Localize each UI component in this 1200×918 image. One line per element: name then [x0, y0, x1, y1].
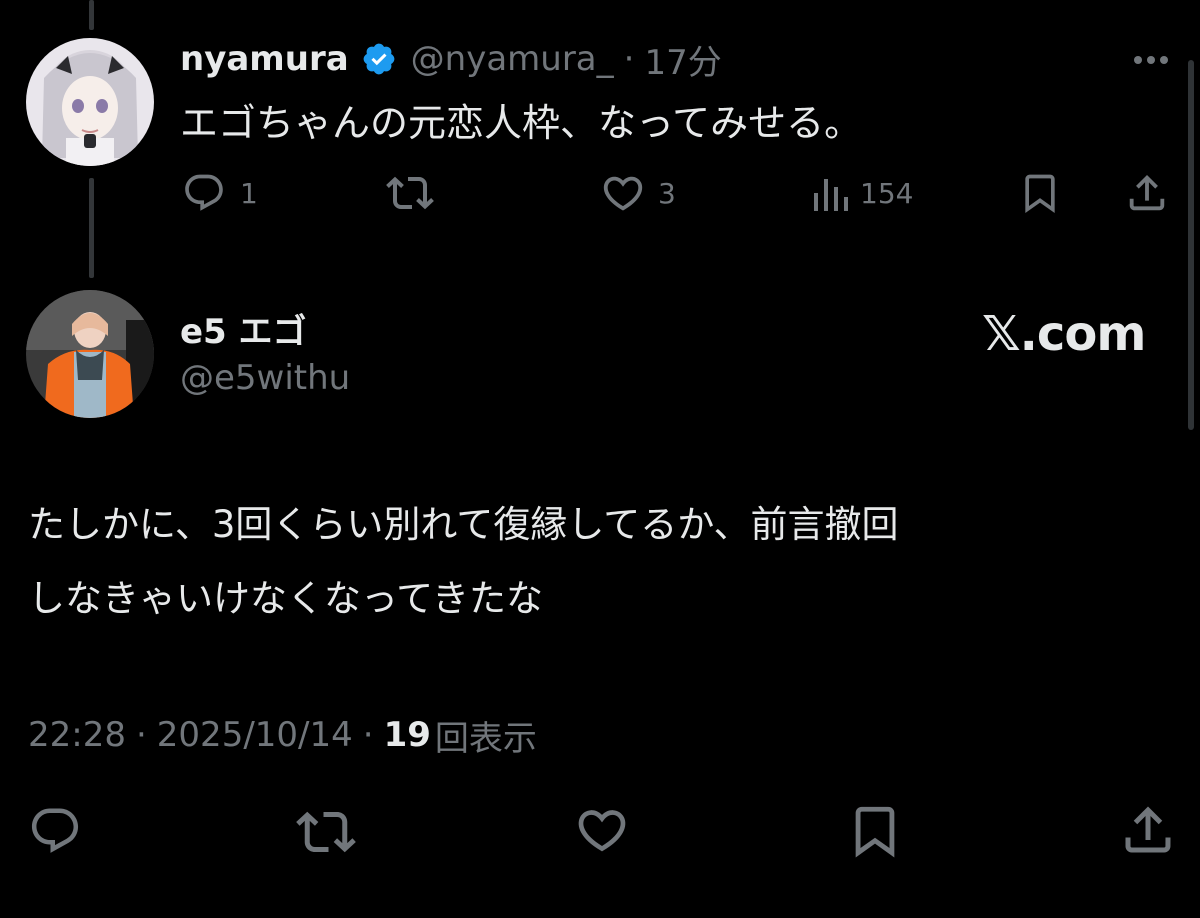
views-count: 154	[860, 176, 914, 210]
views-button[interactable]: 154	[810, 170, 913, 216]
main-share-button[interactable]	[1118, 800, 1178, 860]
share-icon	[1129, 174, 1165, 211]
parent-time[interactable]: 17分	[644, 35, 721, 84]
views-icon	[814, 179, 848, 211]
share-icon	[1125, 806, 1171, 853]
main-display-name[interactable]: e5 エゴ	[180, 304, 307, 353]
like-count: 3	[658, 176, 676, 210]
parent-display-name[interactable]: nyamura	[180, 39, 349, 79]
tweet-time[interactable]: 22:28	[28, 715, 126, 755]
parent-header: nyamura @nyamura_ · 17分	[180, 35, 722, 84]
reply-icon	[31, 808, 79, 853]
heart-icon	[603, 176, 643, 211]
main-like-button[interactable]	[574, 802, 630, 858]
main-retweet-button[interactable]	[296, 802, 356, 862]
verified-badge-icon	[361, 41, 397, 77]
reply-count: 1	[240, 176, 258, 210]
avatar-e5-image	[26, 290, 154, 418]
tweet-meta: 22:28 · 2025/10/14 · 19 回表示	[28, 712, 537, 759]
like-button[interactable]: 3	[600, 170, 676, 216]
avatar-e5[interactable]	[26, 290, 154, 418]
views-label: 回表示	[434, 718, 537, 759]
thread-line-top	[89, 0, 94, 30]
main-reply-button[interactable]	[28, 804, 82, 858]
reply-button[interactable]: 1	[182, 170, 258, 216]
views-number: 19	[383, 715, 431, 755]
more-options-button[interactable]	[1126, 48, 1176, 72]
avatar-nyamura-image	[26, 38, 154, 166]
avatar-nyamura[interactable]	[26, 38, 154, 166]
x-com-badge: 𝕏.com	[982, 306, 1146, 362]
tweet-date[interactable]: 2025/10/14	[157, 715, 353, 755]
retweet-icon	[386, 176, 434, 210]
main-tweet-text-line-1: たしかに、3回くらい別れて復縁してるか、前言撤回	[28, 503, 899, 546]
bookmark-icon	[1025, 174, 1055, 214]
more-horizontal-icon	[1134, 56, 1168, 64]
meta-separator-1: ·	[135, 715, 147, 755]
thread-line-connector	[89, 178, 94, 278]
meta-separator-2: ·	[362, 715, 374, 755]
scrollbar[interactable]	[1188, 60, 1194, 430]
main-tweet-text-line-2: しなきゃいけなくなってきたな	[28, 577, 544, 620]
bookmark-icon	[855, 806, 895, 858]
parent-separator: ·	[623, 39, 635, 79]
retweet-button[interactable]	[386, 170, 434, 216]
main-bookmark-button[interactable]	[846, 802, 904, 860]
parent-handle[interactable]: @nyamura_	[411, 39, 614, 79]
share-button[interactable]	[1124, 170, 1170, 216]
heart-icon	[578, 810, 626, 852]
retweet-icon	[296, 811, 356, 853]
main-handle[interactable]: @e5withu	[180, 358, 350, 398]
bookmark-button[interactable]	[1018, 170, 1062, 216]
reply-icon	[185, 174, 223, 211]
parent-tweet-text: エゴちゃんの元恋人枠、なってみせる。	[180, 101, 863, 145]
